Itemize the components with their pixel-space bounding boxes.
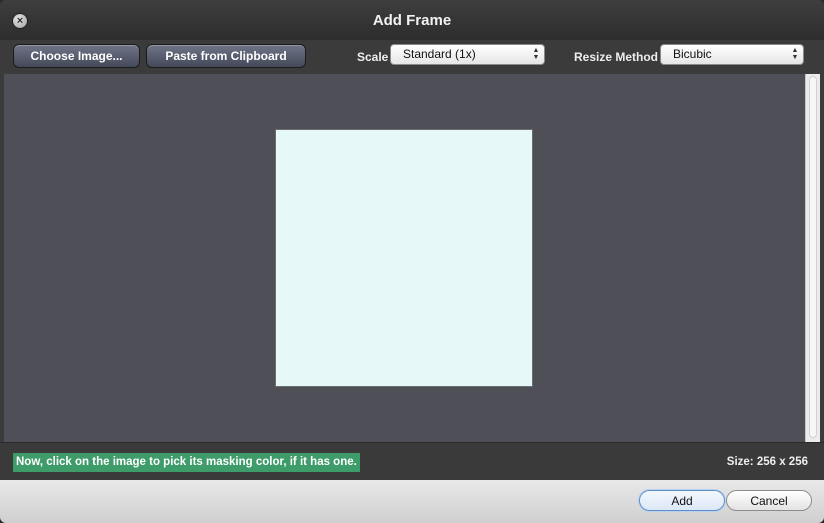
- resize-method-select[interactable]: Bicubic ▲ ▼: [660, 44, 804, 65]
- image-size-readout: Size: 256 x 256: [726, 456, 808, 468]
- title-bar: × Add Frame: [0, 0, 824, 40]
- updown-arrows-icon: ▲ ▼: [532, 47, 540, 61]
- scale-label: Scale: [357, 50, 389, 64]
- scale-select[interactable]: Standard (1x) ▲ ▼: [390, 44, 545, 65]
- masking-hint: Now, click on the image to pick its mask…: [13, 453, 360, 472]
- toolbar: Choose Image... Paste from Clipboard Sca…: [0, 40, 824, 74]
- window-title: Add Frame: [372, 12, 452, 29]
- add-frame-dialog: × Add Frame Choose Image... Paste from C…: [0, 0, 824, 523]
- vertical-scrollbar[interactable]: [805, 74, 820, 442]
- cancel-button[interactable]: Cancel: [726, 490, 812, 511]
- scrollbar-thumb[interactable]: [809, 76, 817, 438]
- scale-select-value: Standard (1x): [403, 47, 476, 61]
- image-preview[interactable]: [276, 130, 532, 386]
- dialog-footer: Add Cancel: [0, 480, 824, 523]
- resize-method-select-value: Bicubic: [673, 47, 712, 61]
- paste-from-clipboard-button[interactable]: Paste from Clipboard: [146, 44, 306, 68]
- choose-image-button[interactable]: Choose Image...: [13, 44, 140, 68]
- status-bar: Now, click on the image to pick its mask…: [0, 442, 824, 481]
- resize-method-label: Resize Method: [574, 50, 659, 64]
- updown-arrows-icon: ▲ ▼: [791, 47, 799, 61]
- add-button[interactable]: Add: [639, 490, 725, 511]
